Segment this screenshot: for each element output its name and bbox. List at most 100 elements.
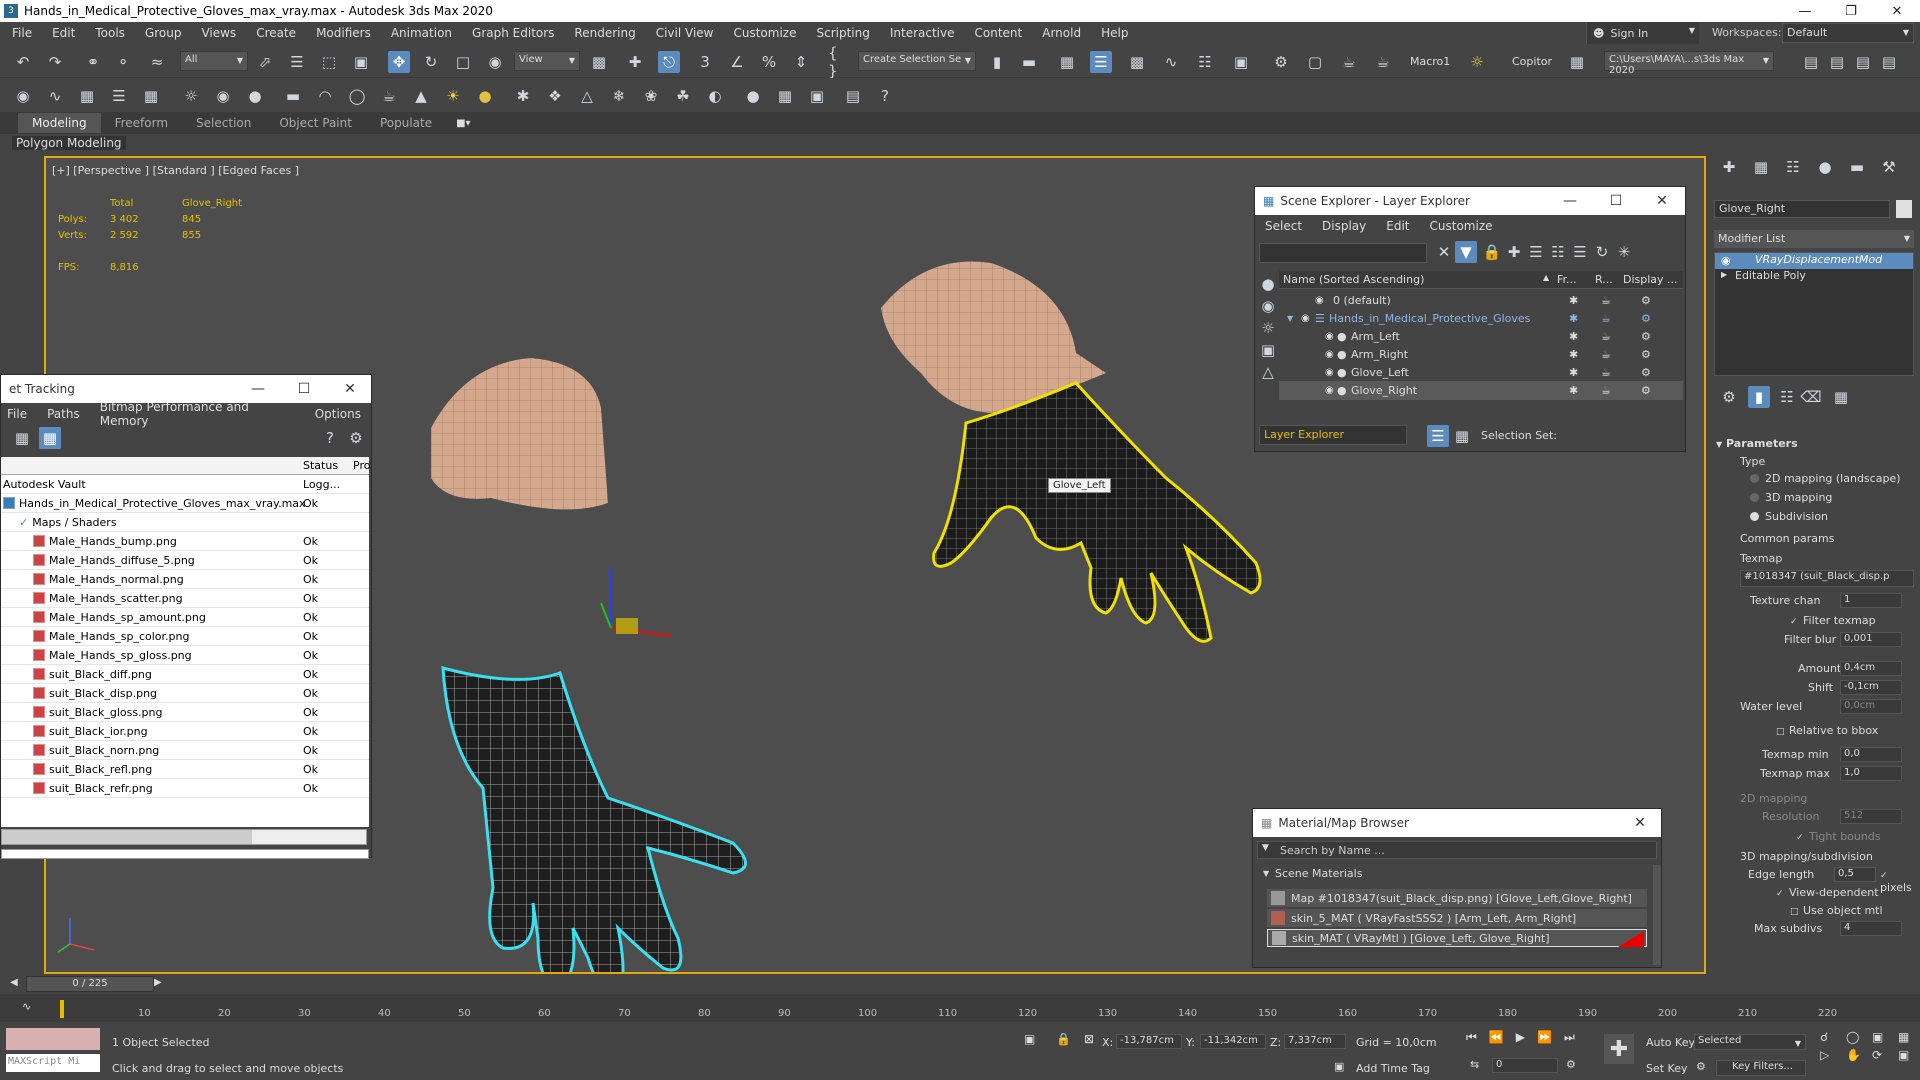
radio-2d-mapping[interactable]: 2D mapping (landscape) <box>1750 472 1901 485</box>
layers-icon[interactable]: ☰ <box>1525 241 1547 263</box>
display-icon[interactable]: ⚙ <box>1641 330 1651 343</box>
lock-icon[interactable]: 🔒 <box>1481 241 1503 263</box>
material-item-map[interactable]: Map #1018347(suit_Black_disp.png) [Glove… <box>1267 889 1647 907</box>
relative-to-bbox-checkbox[interactable]: □ Relative to bbox <box>1776 724 1878 737</box>
zoom-extents-icon[interactable]: ▣ <box>1872 1030 1894 1044</box>
place-icon[interactable]: ◉ <box>484 51 506 73</box>
sphere-icon[interactable]: ● <box>244 85 266 107</box>
glove-left-mesh[interactable] <box>932 381 1262 643</box>
grid-icon[interactable]: ▦ <box>140 85 162 107</box>
freeze-icon[interactable]: ✱ <box>1569 294 1578 307</box>
renderable-icon[interactable]: ☕ <box>1601 348 1611 361</box>
workspace-dropdown[interactable]: Default ▼ <box>1782 23 1914 43</box>
plane-icon[interactable]: ▬ <box>282 85 304 107</box>
time-slider[interactable]: 0 / 225 <box>26 976 154 992</box>
material-item-skin5[interactable]: skin_5_MAT ( VRayFastSSS2 ) [Arm_Left, A… <box>1267 909 1647 927</box>
set-key-button[interactable]: Set Key <box>1646 1062 1688 1075</box>
create-geometry-icon[interactable]: ◉ <box>12 85 34 107</box>
modify-tab-icon[interactable]: ▦ <box>1750 156 1772 178</box>
fur-icon[interactable]: ✱ <box>512 85 534 107</box>
edit-named-selection-icon[interactable]: { } <box>828 44 850 80</box>
close-icon[interactable]: ✕ <box>1874 0 1920 22</box>
maxscript-mini-listener[interactable]: MAXScript Mi <box>6 1054 100 1072</box>
teapot-icon[interactable]: ☕ <box>378 85 400 107</box>
pin-stack-icon[interactable]: ⚙ <box>1718 386 1740 408</box>
key-filters-icon[interactable]: ⚙ <box>1696 1060 1706 1073</box>
time-tag-icon[interactable]: ▣ <box>1334 1060 1344 1073</box>
asset-row-map[interactable]: Male_Hands_normal.png Ok <box>1 570 369 589</box>
tab-selection[interactable]: Selection <box>182 113 265 133</box>
camera-icon[interactable]: ◉ <box>212 85 234 107</box>
bind-space-warp-icon[interactable]: ≈ <box>146 51 168 73</box>
help-icon[interactable]: ? <box>874 85 896 107</box>
toggle-layer-explorer-icon[interactable]: ☰ <box>1090 51 1112 73</box>
stack-icon[interactable]: ☰ <box>1569 241 1591 263</box>
move-gizmo[interactable] <box>600 568 672 637</box>
edge-length-spinner[interactable]: 0,5 <box>1834 867 1876 882</box>
filter-texmap-checkbox[interactable]: ✓ Filter texmap <box>1790 614 1876 627</box>
asset-row-map[interactable]: suit_Black_diff.png Ok <box>1 665 369 684</box>
display-icon[interactable]: ⚙ <box>1641 294 1651 307</box>
curve-editor-icon[interactable]: ∿ <box>1160 51 1182 73</box>
maxscript-listener-pink[interactable] <box>6 1028 100 1050</box>
scrollbar-thumb[interactable] <box>2 830 252 844</box>
goto-start-icon[interactable]: ⏮ <box>1466 1030 1477 1045</box>
schematic-view-icon[interactable]: ☷ <box>1194 51 1216 73</box>
scene-explorer-titlebar[interactable]: ▦ Scene Explorer - Layer Explorer — ☐ ✕ <box>1255 187 1685 215</box>
cone-icon[interactable]: ▲ <box>410 85 432 107</box>
clear-search-icon[interactable]: ✕ <box>1433 241 1455 263</box>
maximize-icon[interactable]: ☐ <box>281 375 327 403</box>
freeze-icon[interactable]: ✱ <box>1569 384 1578 397</box>
scene-materials-group[interactable]: Scene Materials <box>1275 867 1362 880</box>
arm-right-mesh[interactable] <box>431 358 608 510</box>
menu-interactive[interactable]: Interactive <box>880 26 965 40</box>
key-filters-button[interactable]: Key Filters... <box>1716 1060 1806 1076</box>
menu-help[interactable]: Help <box>1091 26 1138 40</box>
angle-snap-icon[interactable]: ∠ <box>726 51 748 73</box>
prev-key-icon[interactable]: ⏪ <box>1489 1030 1504 1045</box>
next-key-icon[interactable]: ⏩ <box>1537 1030 1552 1045</box>
set-key-big-button[interactable]: ✚ <box>1604 1034 1634 1064</box>
modifier-list-dropdown[interactable]: Modifier List ▼ <box>1714 230 1914 248</box>
macro-label[interactable]: Macro1 <box>1410 55 1450 68</box>
list-icon[interactable]: ☰ <box>108 85 130 107</box>
close-icon[interactable]: ✕ <box>1639 187 1685 215</box>
window-crossing-icon[interactable]: ▣ <box>350 51 372 73</box>
maximize-viewport-icon[interactable]: ▣ <box>1898 1048 1920 1062</box>
absolute-mode-icon[interactable]: ⊠ <box>1084 1032 1094 1046</box>
column-name[interactable]: Name (Sorted Ascending) <box>1283 273 1424 286</box>
scale-icon[interactable]: □ <box>452 51 474 73</box>
open-folder-icon[interactable]: ▤ <box>1800 51 1822 73</box>
maximize-icon[interactable]: ❐ <box>1828 0 1874 22</box>
sun-icon[interactable]: ☀ <box>442 85 464 107</box>
display-icon[interactable]: ⚙ <box>1641 366 1651 379</box>
asset-row-map[interactable]: Male_Hands_bump.png Ok <box>1 532 369 551</box>
camera-filter-icon[interactable]: ▣ <box>1257 339 1279 361</box>
asset-row-map[interactable]: suit_Black_refr.png Ok <box>1 779 369 798</box>
pan-icon[interactable]: ✋ <box>1846 1048 1868 1062</box>
asset-row-map[interactable]: Male_Hands_diffuse_5.png Ok <box>1 551 369 570</box>
orbit-icon[interactable]: ⟳ <box>1872 1048 1894 1062</box>
utilities-tab-icon[interactable]: ⚒ <box>1878 156 1900 178</box>
light-bulb-icon[interactable]: ☼ <box>1466 51 1488 73</box>
asset-row-map[interactable]: suit_Black_norn.png Ok <box>1 741 369 760</box>
menu-content[interactable]: Content <box>965 26 1033 40</box>
asset-tracking-titlebar[interactable]: et Tracking — ☐ ✕ <box>1 375 371 403</box>
renderable-icon[interactable]: ☕ <box>1601 312 1611 325</box>
asset-row-map[interactable]: suit_Black_disp.png Ok <box>1 684 369 703</box>
freeze-icon[interactable]: ✱ <box>1569 348 1578 361</box>
column-status[interactable]: Status <box>303 459 338 472</box>
menu-customize[interactable]: Customize <box>1420 219 1503 233</box>
material-editor-icon[interactable]: ▣ <box>1230 51 1252 73</box>
filter-icon[interactable]: ▼ <box>1455 241 1477 263</box>
menu-customize[interactable]: Customize <box>723 26 806 40</box>
unlink-icon[interactable]: ⚬ <box>112 51 134 73</box>
time-config-icon[interactable]: ⚙ <box>1566 1058 1576 1071</box>
sync-icon[interactable]: ↻ <box>1591 241 1613 263</box>
minimize-icon[interactable]: — <box>235 375 281 403</box>
asset-row-map[interactable]: Male_Hands_sp_amount.png Ok <box>1 608 369 627</box>
asset-row-map[interactable]: Male_Hands_sp_color.png Ok <box>1 627 369 646</box>
field-of-view-icon[interactable]: ▷ <box>1820 1048 1842 1062</box>
display-tab-icon[interactable]: ▬ <box>1846 156 1868 178</box>
menu-create[interactable]: Create <box>246 26 306 40</box>
